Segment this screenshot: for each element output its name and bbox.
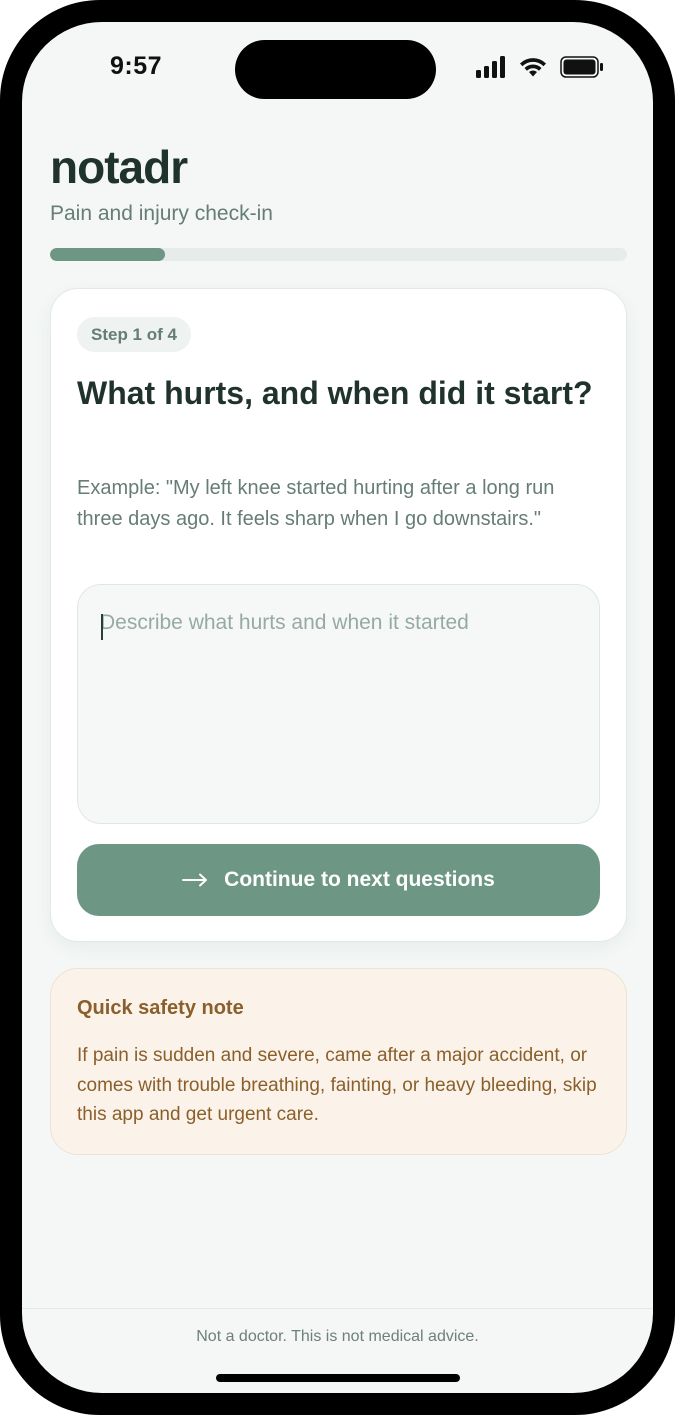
step-badge: Step 1 of 4 — [77, 317, 191, 352]
battery-icon — [560, 56, 603, 78]
footer-divider — [22, 1308, 653, 1309]
footer-disclaimer: Not a doctor. This is not medical advice… — [196, 1328, 479, 1345]
step-card: Step 1 of 4 What hurts, and when did it … — [50, 288, 627, 942]
example-text: Example: "My left knee started hurting a… — [77, 477, 555, 530]
dynamic-island — [235, 40, 436, 99]
safety-note-body: If pain is sudden and severe, came after… — [77, 1045, 597, 1125]
status-time: 9:57 — [110, 52, 163, 80]
continue-button-label: Continue to next questions — [224, 868, 495, 891]
phone-frame: 9:57 notadr Pain and injury check-in Ste… — [0, 0, 675, 1415]
home-indicator[interactable] — [216, 1374, 460, 1382]
text-caret — [101, 614, 103, 640]
cellular-signal-icon — [476, 56, 505, 78]
app-subtitle: Pain and injury check-in — [50, 202, 273, 225]
app-screen: 9:57 notadr Pain and injury check-in Ste… — [22, 22, 653, 1393]
description-input[interactable] — [78, 585, 599, 823]
safety-note: Quick safety note If pain is sudden and … — [50, 968, 627, 1155]
arrow-right-icon — [182, 873, 208, 887]
progress-fill — [50, 248, 166, 261]
description-field-container — [77, 584, 600, 824]
app-brand: notadr — [50, 141, 188, 193]
question-heading: What hurts, and when did it start? — [77, 375, 593, 411]
continue-button[interactable]: Continue to next questions — [77, 844, 600, 916]
safety-note-title: Quick safety note — [77, 997, 244, 1019]
progress-bar — [50, 248, 627, 261]
status-icons — [474, 56, 604, 80]
wifi-icon — [520, 58, 546, 77]
